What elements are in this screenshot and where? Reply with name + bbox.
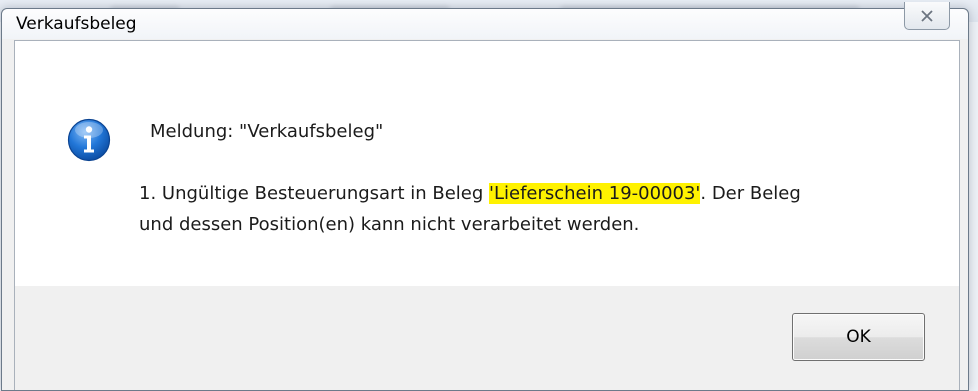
info-icon [67,118,111,166]
message-body: 1. Ungültige Besteuerungsart in Beleg 'L… [139,178,801,240]
dialog-title: Verkaufsbeleg [16,14,137,34]
close-button[interactable] [904,2,950,30]
message-area: Meldung: "Verkaufsbeleg" 1. Ungültige Be… [15,41,959,286]
dialog-client-area: Meldung: "Verkaufsbeleg" 1. Ungültige Be… [14,40,960,390]
message-line-2: und dessen Position(en) kann nicht verar… [139,214,640,235]
highlighted-document-ref: 'Lieferschein 19-00003' [489,183,701,204]
ok-button[interactable]: OK [792,313,925,361]
close-icon [920,9,934,22]
message-text: . Der Beleg [700,183,801,204]
title-bar: Verkaufsbeleg [2,2,968,39]
message-line-1: 1. Ungültige Besteuerungsart in Beleg 'L… [139,178,801,209]
message-text: 1. Ungültige Besteuerungsart in Beleg [139,183,490,204]
message-title: Meldung: "Verkaufsbeleg" [150,121,384,142]
message-dialog: Verkaufsbeleg Meldung: "Verkaufsbeleg" 1… [1,2,969,391]
